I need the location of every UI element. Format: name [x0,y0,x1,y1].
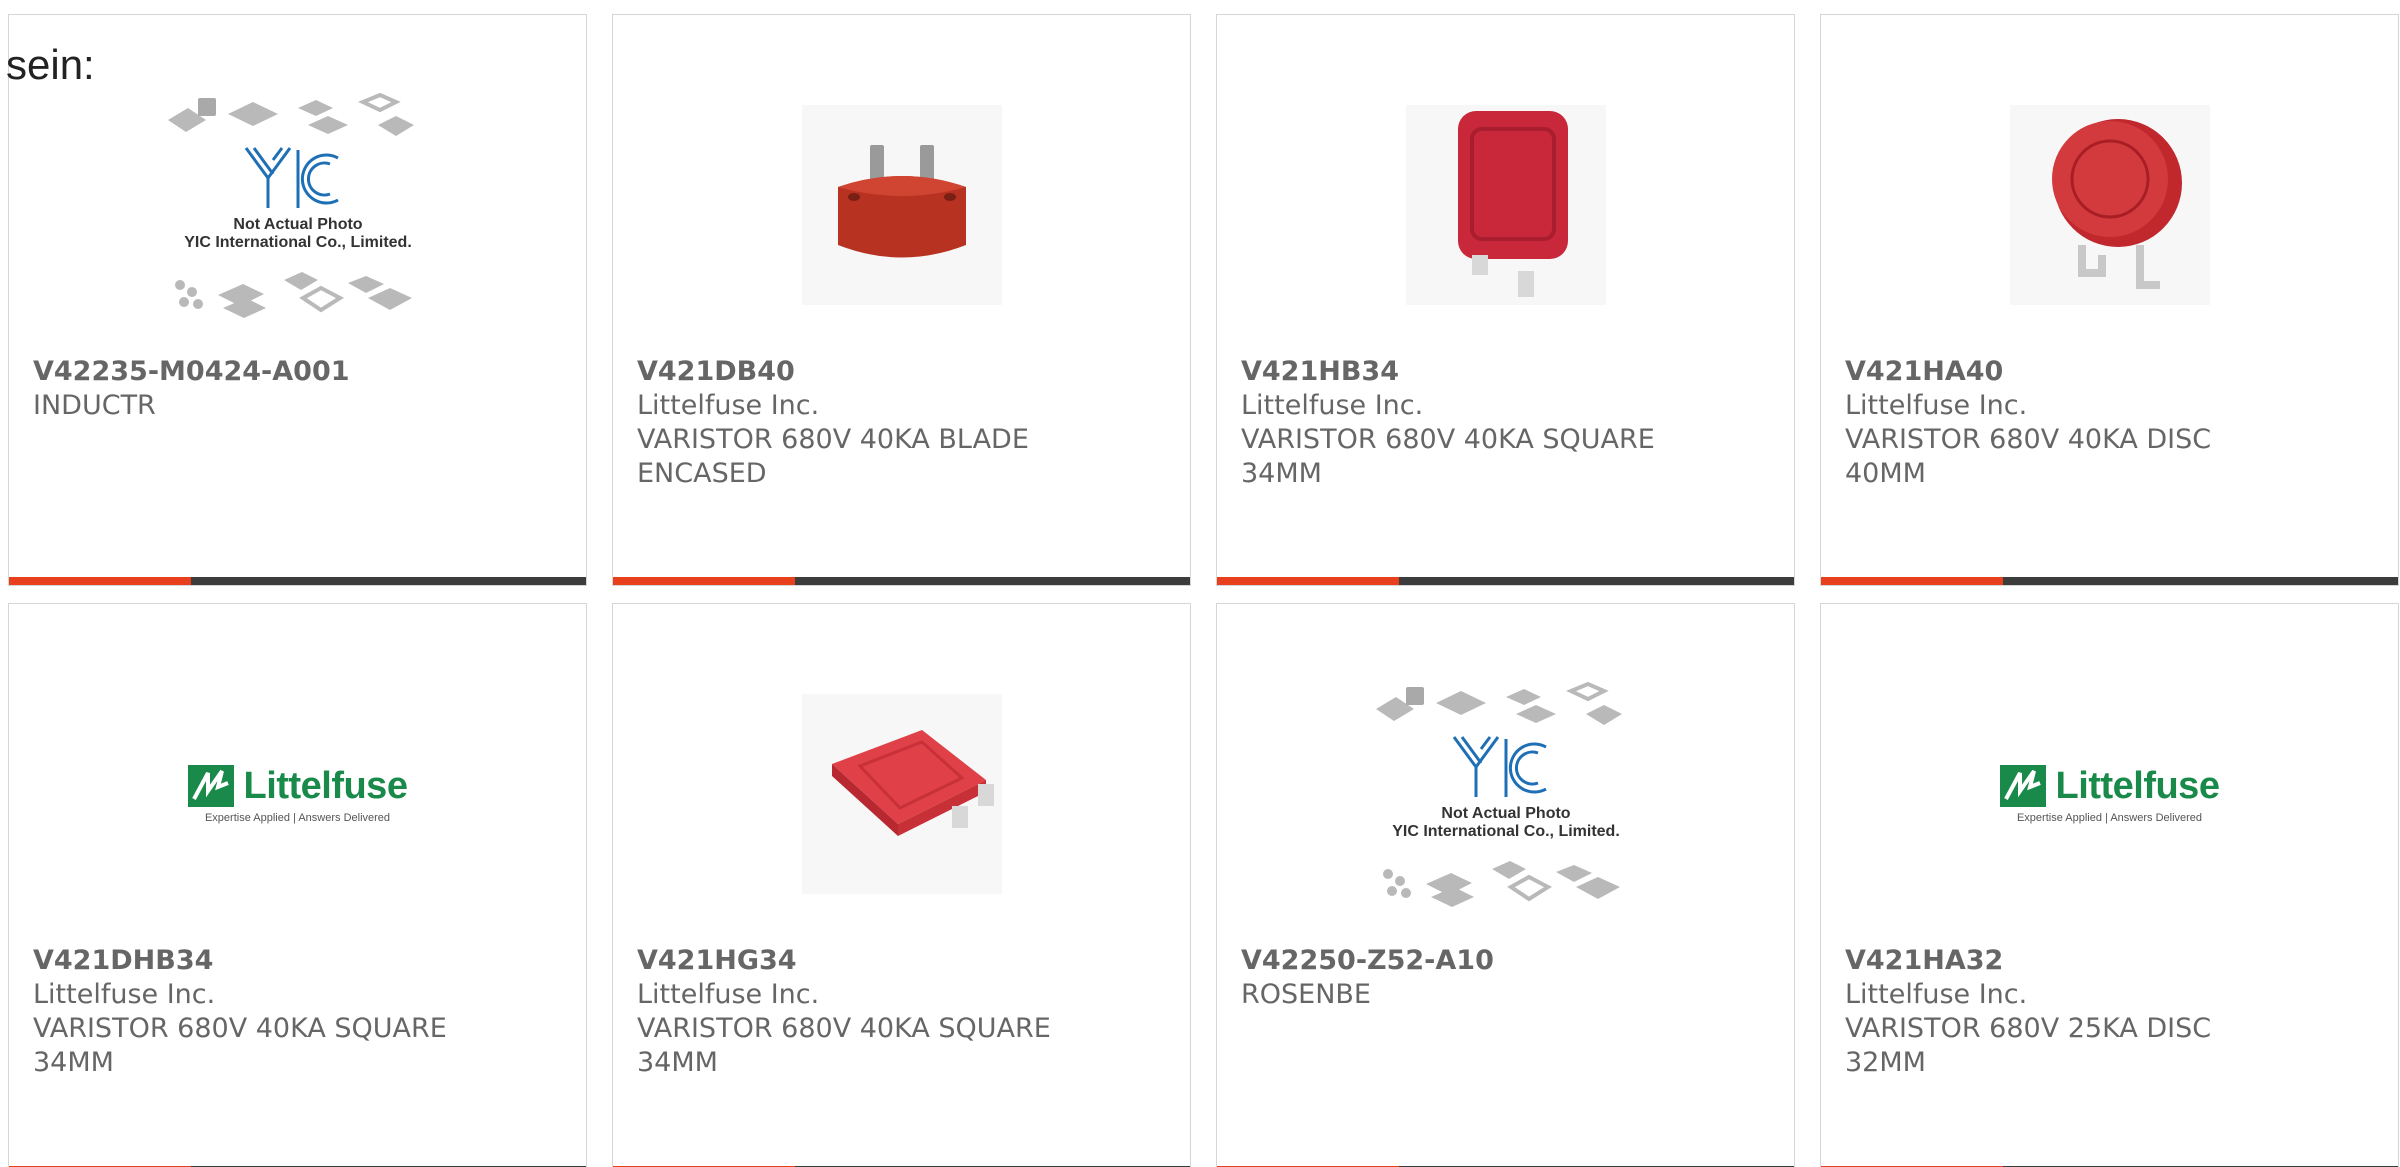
product-image[interactable] [613,85,1190,325]
product-description-cont: 34MM [33,1047,114,1078]
product-image[interactable]: Not Actual Photo YIC International Co., … [9,85,586,325]
product-part-number[interactable]: V421HB34 [1241,355,1761,389]
littelfuse-mark-icon [1999,765,2046,807]
product-card[interactable]: Not Actual Photo YIC International Co., … [1216,603,1795,1167]
product-card[interactable]: Littelfuse Expertise Applied | Answers D… [1820,603,2399,1167]
product-part-number[interactable]: V421HA32 [1845,944,2365,978]
product-description-cont: 34MM [637,1047,718,1078]
product-description: INDUCTR [33,390,156,421]
product-grid: Not Actual Photo YIC International Co., … [0,0,2400,1167]
littelfuse-brand: Littelfuse [243,764,408,807]
product-description-cont: 32MM [1845,1047,1926,1078]
product-manufacturer: Littelfuse Inc. [1845,390,2028,421]
card-bottom-bar [1217,577,1794,585]
product-manufacturer: Littelfuse Inc. [637,390,820,421]
littelfuse-brand: Littelfuse [2055,764,2220,807]
varistor-square-icon [1405,105,1606,305]
product-part-number[interactable]: V42250-Z52-A10 [1241,944,1761,978]
littelfuse-tagline: Expertise Applied | Answers Delivered [2016,811,2203,824]
product-card[interactable]: V421HG34 Littelfuse Inc. VARISTOR 680V 4… [612,603,1191,1167]
littelfuse-logo: Littelfuse Expertise Applied | Answers D… [1999,764,2220,824]
card-bottom-bar [1821,577,2398,585]
card-accent-bar [613,577,795,585]
card-bottom-bar [9,577,586,585]
yic-caption-line1: Not Actual Photo [1440,805,1571,822]
product-part-number[interactable]: V42235-M0424-A001 [33,355,553,389]
varistor-square-flat-icon [801,694,1002,894]
product-manufacturer: Littelfuse Inc. [33,979,216,1010]
product-description: VARISTOR 680V 40KA SQUARE [33,1013,447,1044]
product-description: VARISTOR 680V 40KA SQUARE [1241,424,1655,455]
product-manufacturer: Littelfuse Inc. [637,979,820,1010]
yic-caption-line2: YIC International Co., Limited. [1391,823,1620,840]
card-bottom-bar [613,577,1190,585]
product-description-cont: 34MM [1241,458,1322,489]
littelfuse-tagline: Expertise Applied | Answers Delivered [204,811,391,824]
product-description: VARISTOR 680V 25KA DISC [1845,1013,2212,1044]
product-description: VARISTOR 680V 40KA SQUARE [637,1013,1051,1044]
product-manufacturer: Littelfuse Inc. [1845,979,2028,1010]
product-description: VARISTOR 680V 40KA BLADE [637,424,1029,455]
product-card[interactable]: Littelfuse Expertise Applied | Answers D… [8,603,587,1167]
product-image[interactable]: Littelfuse Expertise Applied | Answers D… [1821,674,2398,914]
product-part-number[interactable]: V421HA40 [1845,355,2365,389]
product-card[interactable]: V421HB34 Littelfuse Inc. VARISTOR 680V 4… [1216,14,1795,586]
product-image[interactable]: Littelfuse Expertise Applied | Answers D… [9,674,586,914]
product-description: ROSENBE [1241,979,1371,1010]
product-image[interactable]: Not Actual Photo YIC International Co., … [1217,674,1794,914]
littelfuse-mark-icon [187,765,234,807]
card-accent-bar [9,577,191,585]
product-card[interactable]: V421DB40 Littelfuse Inc. VARISTOR 680V 4… [612,14,1191,586]
product-description: VARISTOR 680V 40KA DISC [1845,424,2212,455]
yic-placeholder-icon: Not Actual Photo YIC International Co., … [167,92,414,318]
product-card[interactable]: V421HA40 Littelfuse Inc. VARISTOR 680V 4… [1820,14,2399,586]
varistor-blade-icon [801,105,1002,305]
product-part-number[interactable]: V421DB40 [637,355,1157,389]
product-card[interactable]: Not Actual Photo YIC International Co., … [8,14,587,586]
stray-text: sein: [6,41,95,88]
yic-caption-line2: YIC International Co., Limited. [183,234,412,251]
yic-caption-line1: Not Actual Photo [232,216,363,233]
littelfuse-logo: Littelfuse Expertise Applied | Answers D… [187,764,408,824]
product-description-cont: 40MM [1845,458,1926,489]
varistor-disc-icon [2009,105,2210,305]
product-description-cont: ENCASED [637,458,767,489]
yic-placeholder-icon: Not Actual Photo YIC International Co., … [1375,681,1622,907]
product-manufacturer: Littelfuse Inc. [1241,390,1424,421]
product-image[interactable] [1217,85,1794,325]
card-accent-bar [1821,577,2003,585]
product-part-number[interactable]: V421HG34 [637,944,1157,978]
product-image[interactable] [1821,85,2398,325]
product-image[interactable] [613,674,1190,914]
card-accent-bar [1217,577,1399,585]
product-part-number[interactable]: V421DHB34 [33,944,553,978]
